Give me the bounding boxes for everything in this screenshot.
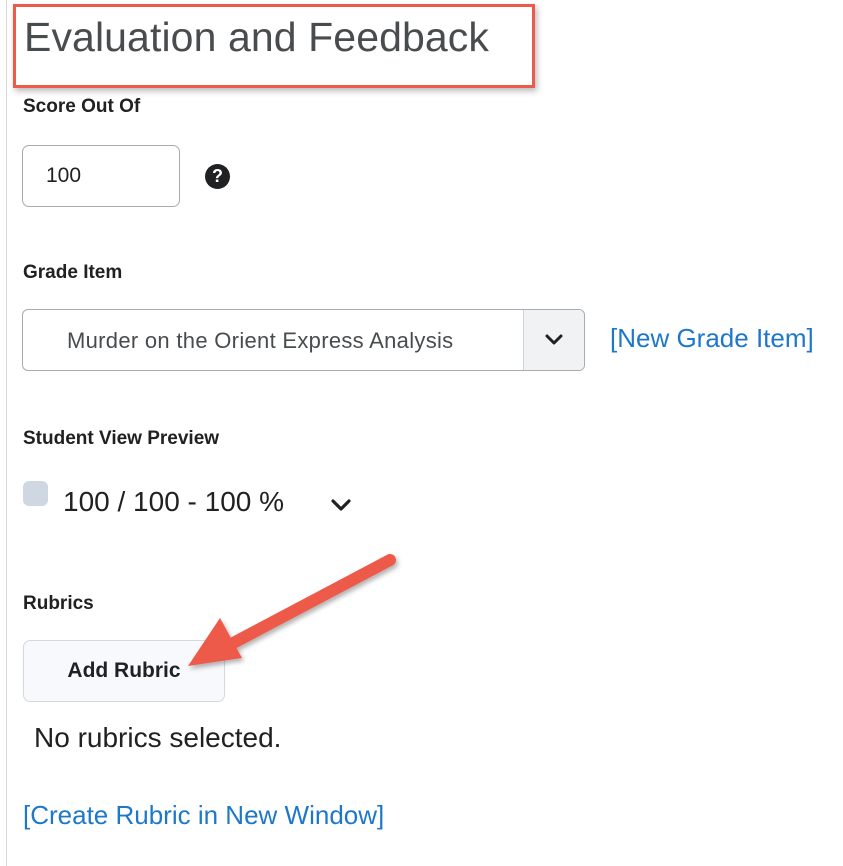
score-out-of-label: Score Out Of (23, 96, 141, 117)
score-out-of-input[interactable]: 100 (22, 145, 180, 207)
create-rubric-link[interactable]: [Create Rubric in New Window] (23, 800, 384, 831)
annotation-arrow-icon (188, 554, 396, 666)
grade-item-label: Grade Item (23, 262, 123, 283)
student-view-preview-value: 100 / 100 - 100 % (63, 486, 285, 517)
grade-item-select[interactable]: Murder on the Orient Express Analysis (22, 309, 585, 371)
grade-item-dropdown-button[interactable] (523, 310, 584, 370)
grade-item-selected-value: Murder on the Orient Express Analysis (67, 328, 454, 353)
rubrics-label: Rubrics (23, 593, 94, 614)
chevron-down-icon (545, 334, 563, 345)
grade-color-swatch (23, 481, 48, 506)
chevron-down-icon[interactable] (330, 497, 352, 513)
question-circle-icon[interactable]: ? (205, 164, 230, 189)
page-title: Evaluation and Feedback (24, 14, 490, 60)
student-view-preview-label: Student View Preview (23, 428, 220, 449)
new-grade-item-link[interactable]: [New Grade Item] (610, 323, 814, 354)
no-rubrics-text: No rubrics selected. (34, 722, 282, 753)
left-border (6, 0, 7, 866)
